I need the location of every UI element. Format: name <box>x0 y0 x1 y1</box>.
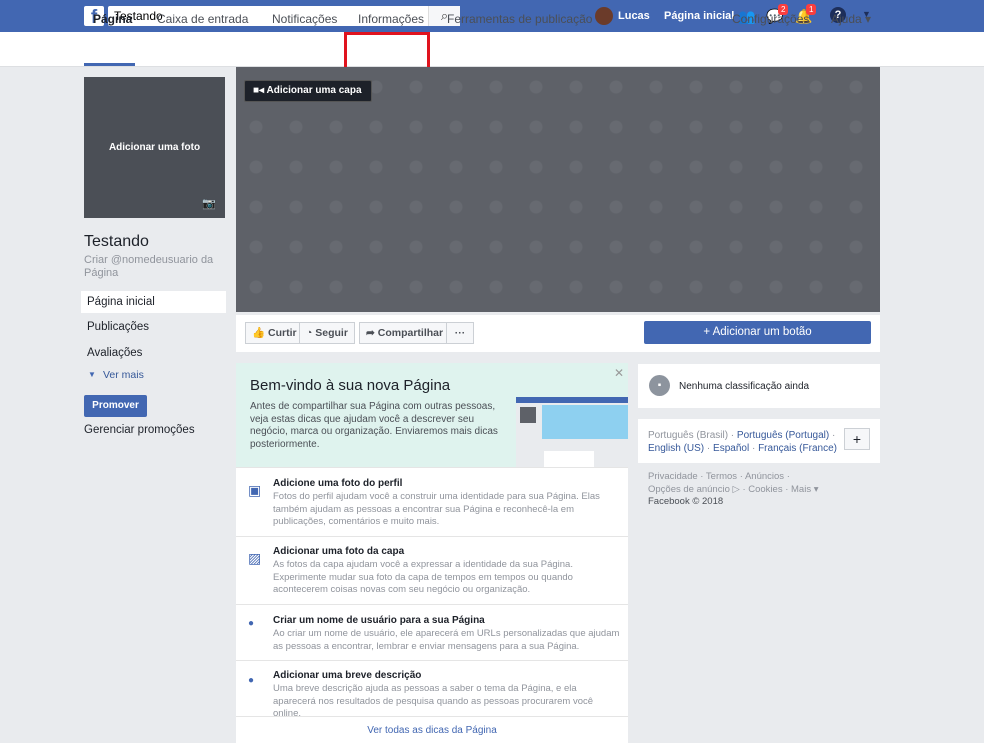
video-camera-icon: ■◂ <box>253 85 265 96</box>
add-cover-label: Adicionar uma capa <box>266 85 362 96</box>
tip-description: As fotos da capa ajudam você a expressar… <box>273 559 573 595</box>
camera-icon[interactable]: 📷 <box>202 197 216 210</box>
language-link[interactable]: Français (France) <box>758 443 837 454</box>
page-nav <box>0 32 984 67</box>
copyright: Facebook © 2018 <box>648 496 724 507</box>
follow-label: Seguir <box>315 327 348 339</box>
sidebar-item-home[interactable]: Página inicial <box>81 291 226 313</box>
language-link[interactable]: Português (Portugal) <box>737 430 829 441</box>
lightbulb-icon: ● <box>248 618 255 629</box>
language-link[interactable]: Español <box>713 443 749 454</box>
close-icon[interactable]: ✕ <box>614 366 624 380</box>
rating-text: Nenhuma classificação ainda <box>679 381 810 392</box>
sidebar-item-posts[interactable]: Publicações <box>81 316 226 338</box>
profile-photo-icon: ▣ <box>248 482 262 498</box>
welcome-title: Bem-vindo à sua nova Página <box>250 377 451 394</box>
profile-link[interactable]: Lucas <box>618 10 650 22</box>
tab-inbox[interactable]: Caixa de entrada <box>157 12 248 26</box>
share-button[interactable]: ➦ Compartilhar <box>359 322 451 344</box>
language-current: Português (Brasil) <box>648 430 729 441</box>
tab-settings[interactable]: Configurações <box>732 12 809 26</box>
avatar[interactable] <box>595 7 613 25</box>
share-icon: ➦ <box>366 327 375 339</box>
tip-title[interactable]: Adicione uma foto do perfil <box>273 478 402 489</box>
tip-title[interactable]: Adicionar uma foto da capa <box>273 546 404 557</box>
create-username-link[interactable]: Criar @nomedeusuario da Página <box>84 254 229 280</box>
follow-button[interactable]: ◔ Seguir <box>299 322 355 344</box>
tip-title[interactable]: Criar um nome de usuário para a sua Pági… <box>273 615 485 626</box>
tip-description: Fotos do perfil ajudam você a construir … <box>273 491 600 527</box>
language-link[interactable]: English (US) <box>648 443 704 454</box>
sidebar-item-reviews[interactable]: Avaliações <box>81 342 226 364</box>
thumbs-up-icon: 👍 <box>252 327 266 339</box>
add-image-icon: ▨ <box>248 550 262 566</box>
tab-publishing-tools[interactable]: Ferramentas de publicação <box>447 12 592 26</box>
active-tab-indicator <box>84 63 135 66</box>
tip-description: Uma breve descrição ajuda as pessoas a s… <box>273 683 594 719</box>
language-list: Português (Brasil) · Português (Portugal… <box>648 430 837 454</box>
footer: Privacidade · Termos · Anúncios · Opções… <box>648 471 848 509</box>
add-language-button[interactable]: + <box>844 428 870 450</box>
like-label: Curtir <box>268 327 297 339</box>
divider <box>236 716 628 717</box>
see-all-tips-link[interactable]: Ver todas as dicas da Página <box>236 725 628 736</box>
review-icon: ▪ <box>649 375 670 396</box>
more-button[interactable]: ··· <box>446 322 474 344</box>
tab-page[interactable]: Página <box>93 12 132 26</box>
footer-links[interactable]: Privacidade · Termos · Anúncios · <box>648 471 848 484</box>
rss-icon: ◔ <box>306 327 313 339</box>
tab-info[interactable]: Informações <box>358 12 424 26</box>
add-cover-button[interactable]: ■◂ Adicionar uma capa <box>244 80 372 102</box>
footer-links[interactable]: Opções de anúncio ▷ · Cookies · Mais ▾ <box>648 484 848 497</box>
cover-photo[interactable] <box>236 67 880 312</box>
page-preview-illustration <box>516 397 628 467</box>
chevron-down-icon: ▼ <box>88 370 96 379</box>
share-label: Compartilhar <box>377 327 444 339</box>
promote-button[interactable]: Promover <box>84 395 147 417</box>
lightbulb-icon: ● <box>248 675 255 686</box>
highlight-box <box>344 32 430 72</box>
welcome-description: Antes de compartilhar sua Página com out… <box>250 401 498 450</box>
home-link[interactable]: Página inicial <box>664 10 734 22</box>
tab-notifications[interactable]: Notificações <box>272 12 337 26</box>
manage-promotions-link[interactable]: Gerenciar promoções <box>84 424 195 436</box>
tab-help[interactable]: Ajuda ▾ <box>831 12 871 26</box>
see-more-link[interactable]: Ver mais <box>103 369 144 381</box>
like-button[interactable]: 👍 Curtir <box>245 322 304 344</box>
page-title: Testando <box>84 233 149 250</box>
add-button[interactable]: + Adicionar um botão <box>644 321 871 344</box>
tip-title[interactable]: Adicionar uma breve descrição <box>273 670 421 681</box>
tip-description: Ao criar um nome de usuário, ele aparece… <box>273 628 620 652</box>
